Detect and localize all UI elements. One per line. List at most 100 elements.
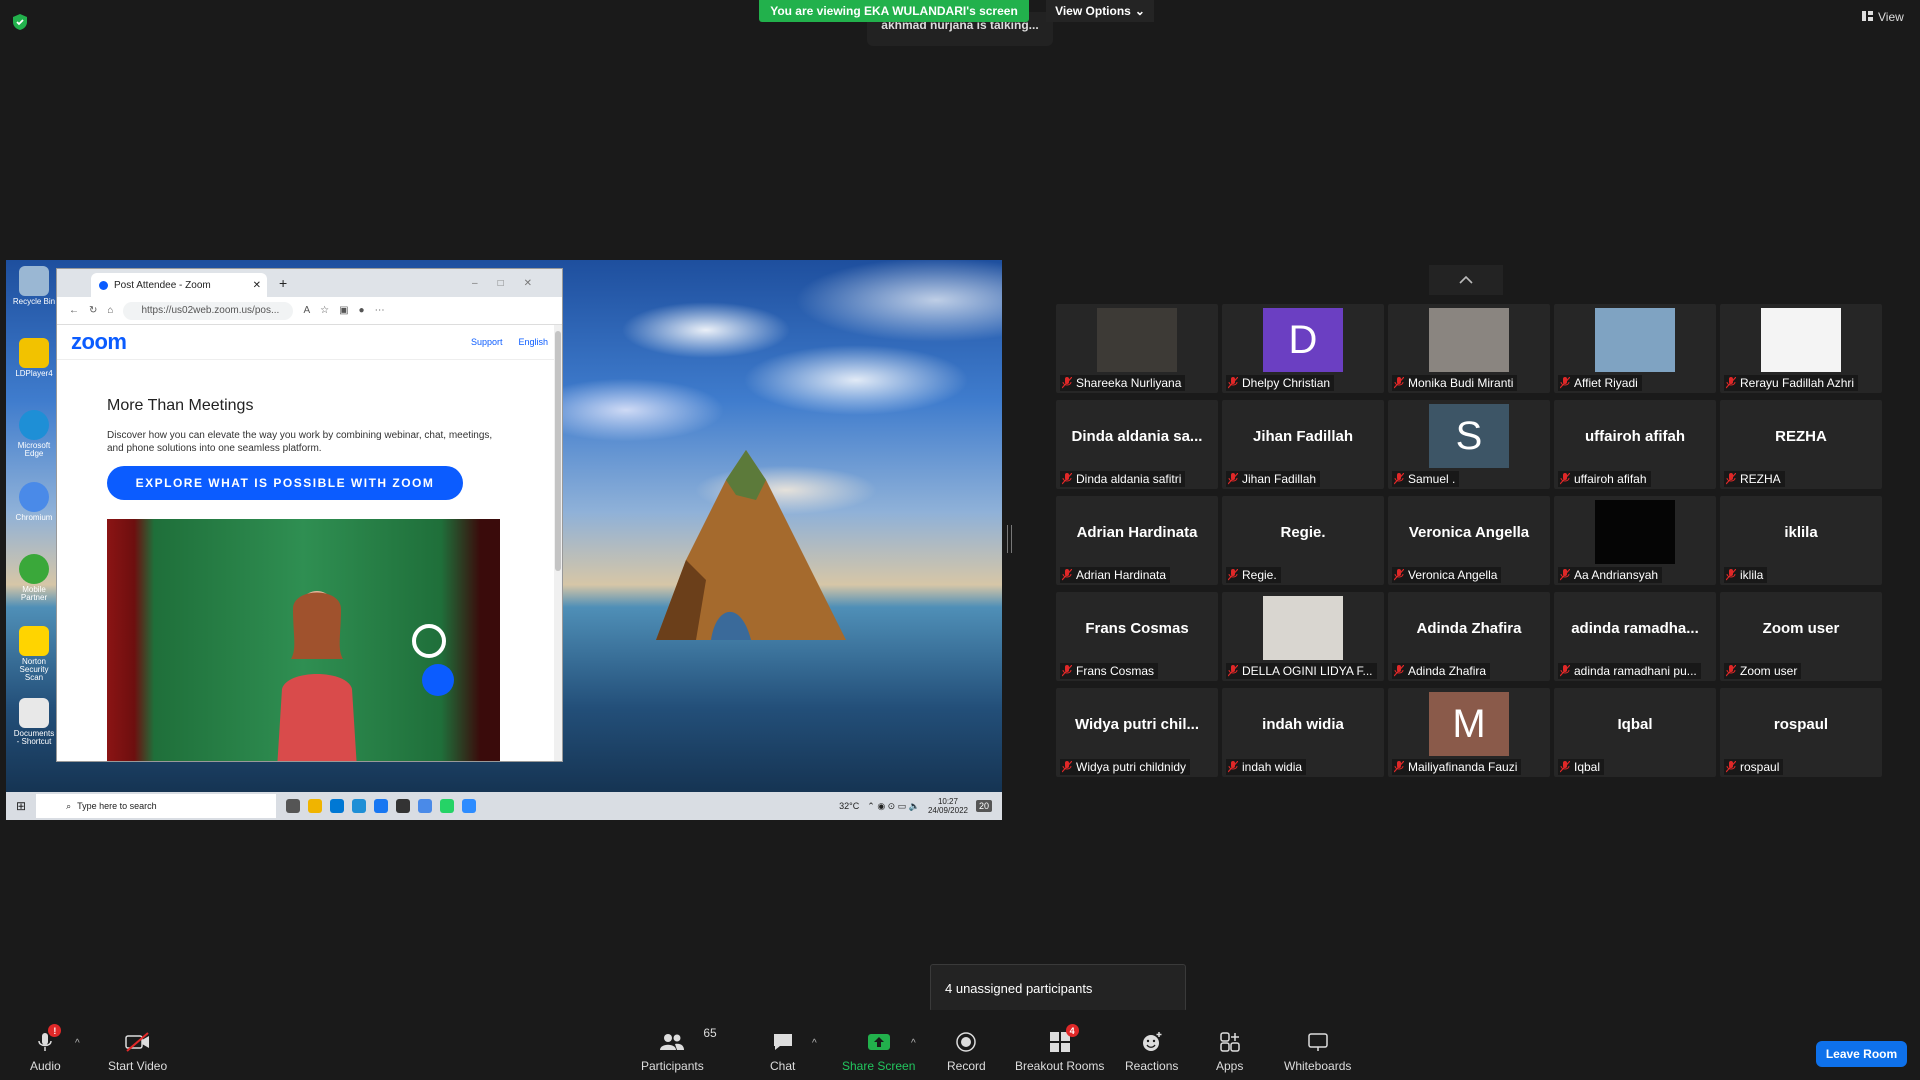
collections-icon[interactable]: ▣ [339,305,348,316]
tray-icons[interactable]: ⌃ ◉ ⊙ ▭ 🔈 [867,801,920,812]
participant-video-thumbnail [1263,596,1343,660]
share-options-caret-icon[interactable]: ^ [911,1038,916,1049]
muted-mic-icon [1726,569,1736,581]
participant-tile[interactable]: Veronica Angella Veronica Angella [1388,496,1550,585]
leave-room-button[interactable]: Leave Room [1816,1041,1907,1067]
resize-divider-handle[interactable] [1007,525,1012,553]
audio-alert-badge: ! [48,1024,62,1037]
participant-tile[interactable]: Widya putri chil... Widya putri childnidy [1056,688,1218,777]
reactions-button[interactable]: Reactions [1125,1030,1178,1073]
apps-button[interactable]: Apps [1216,1030,1243,1073]
record-button[interactable]: Record [947,1030,986,1073]
participant-tile[interactable]: Adrian Hardinata Adrian Hardinata [1056,496,1218,585]
chromium-icon[interactable] [418,799,433,813]
start-video-button[interactable]: Start Video [108,1030,167,1073]
browser-window[interactable]: Post Attendee - Zoom ✕ + –□✕ ← ↻ ⌂ https… [56,268,563,762]
more-icon[interactable]: ⋯ [375,305,385,316]
url-input[interactable]: https://us02web.zoom.us/pos... [123,301,294,320]
participant-display-name: Zoom user [1762,620,1840,637]
gallery-scroll-up-button[interactable] [1429,265,1503,295]
participant-tile[interactable]: Dinda aldania sa... Dinda aldania safitri [1056,400,1218,489]
participant-tile[interactable]: uffairoh afifah uffairoh afifah [1554,400,1716,489]
participant-tile[interactable]: Zoom user Zoom user [1720,592,1882,681]
participant-name: Widya putri childnidy [1076,760,1187,774]
participant-tile[interactable]: M Mailiyafinanda Fauzi [1388,688,1550,777]
chat-bubble-icon[interactable] [422,664,454,696]
chat-button[interactable]: Chat [770,1030,795,1073]
participant-tile[interactable]: S Samuel . [1388,400,1550,489]
profile-icon[interactable]: ● [359,305,365,316]
desktop-icon-edge[interactable]: Microsoft Edge [12,410,56,458]
weather-text[interactable]: 32°C [839,801,859,811]
participant-tile[interactable]: Aa Andriansyah [1554,496,1716,585]
participants-button[interactable]: 65 Participants [641,1026,717,1073]
participant-tile[interactable]: Frans Cosmas Frans Cosmas [1056,592,1218,681]
participants-count: 65 [703,1026,717,1040]
desktop-icon-chromium[interactable]: Chromium [12,482,56,522]
desktop-icon-ldplayer[interactable]: LDPlayer4 [12,338,56,378]
window-controls[interactable]: –□✕ [472,278,552,289]
participant-tile[interactable]: rospaul rospaul [1720,688,1882,777]
whatsapp-icon[interactable] [440,799,455,813]
taskbar-search[interactable]: ⌕ Type here to search [36,794,277,818]
favorites-icon[interactable]: ☆ [320,305,329,316]
encryption-shield-icon[interactable] [12,13,28,31]
chat-options-caret-icon[interactable]: ^ [812,1038,817,1049]
explore-button[interactable]: EXPLORE WHAT IS POSSIBLE WITH ZOOM [107,466,463,500]
task-view-icon[interactable] [286,799,301,813]
desktop-icon-recycle-bin[interactable]: Recycle Bin [12,266,56,306]
shared-screen[interactable]: Recycle Bin LDPlayer4 Microsoft Edge Chr… [6,260,1002,820]
desktop-icon-label: Chromium [15,513,53,522]
participant-tile[interactable]: Rerayu Fadillah Azhri [1720,304,1882,393]
muted-mic-icon [1394,665,1404,677]
language-link[interactable]: English [518,337,548,347]
desktop-icon-norton[interactable]: Norton Security Scan [12,626,56,682]
participant-tile[interactable]: DELLA OGINI LIDYA F... [1222,592,1384,681]
participant-display-name: Regie. [1280,524,1326,541]
participant-name: iklila [1740,568,1764,582]
file-explorer-icon[interactable] [308,799,323,813]
mail-icon[interactable] [330,799,345,813]
presenter-figure [277,591,357,761]
taskbar-clock[interactable]: 10:27 24/09/2022 [928,797,968,815]
new-tab-icon[interactable]: + [279,275,287,291]
desktop-icon-documents[interactable]: Documents - Shortcut [12,698,56,746]
breakout-rooms-button[interactable]: 4 Breakout Rooms [1015,1024,1104,1073]
view-options-button[interactable]: View Options ⌄ [1046,0,1154,22]
participant-tile[interactable]: indah widia indah widia [1222,688,1384,777]
desktop-icon-mobile-partner[interactable]: Mobile Partner [12,554,56,602]
browser-tab[interactable]: Post Attendee - Zoom ✕ [91,273,267,297]
windows-start-icon[interactable]: ⊞ [16,799,26,813]
participant-tile[interactable]: iklila iklila [1720,496,1882,585]
app-icon[interactable] [396,799,411,813]
notification-count[interactable]: 20 [975,800,992,812]
back-icon[interactable]: ← [69,305,79,316]
participant-tile[interactable]: Adinda Zhafira Adinda Zhafira [1388,592,1550,681]
participant-tile[interactable]: REZHA REZHA [1720,400,1882,489]
refresh-icon[interactable]: ↻ [89,305,97,316]
participant-tile[interactable]: Regie. Regie. [1222,496,1384,585]
view-button[interactable]: View [1862,10,1904,24]
browser-scrollbar[interactable] [554,325,562,761]
participant-tile[interactable]: adinda ramadha... adinda ramadhani pu... [1554,592,1716,681]
zoom-logo[interactable]: zoom [71,329,127,355]
close-tab-icon[interactable]: ✕ [253,280,261,291]
participant-tile[interactable]: D Dhelpy Christian [1222,304,1384,393]
participant-tile[interactable]: Affiet Riyadi [1554,304,1716,393]
audio-options-caret-icon[interactable]: ^ [75,1038,80,1049]
zoom-taskbar-icon[interactable] [462,799,477,813]
share-screen-button[interactable]: Share Screen [842,1030,915,1073]
edge-icon[interactable] [352,799,367,813]
desktop-icon-label: Recycle Bin [12,297,56,306]
muted-mic-icon [1394,473,1404,485]
whiteboards-button[interactable]: Whiteboards [1284,1030,1351,1073]
participant-tile[interactable]: Monika Budi Miranti [1388,304,1550,393]
participant-tile[interactable]: Iqbal Iqbal [1554,688,1716,777]
participant-tile[interactable]: Jihan Fadillah Jihan Fadillah [1222,400,1384,489]
support-link[interactable]: Support [471,337,503,347]
home-icon[interactable]: ⌂ [107,305,113,316]
participant-tile[interactable]: Shareeka Nurliyana [1056,304,1218,393]
audio-button[interactable]: ! Audio [30,1024,62,1073]
read-aloud-icon[interactable]: A [303,305,310,316]
facebook-icon[interactable] [374,799,389,813]
